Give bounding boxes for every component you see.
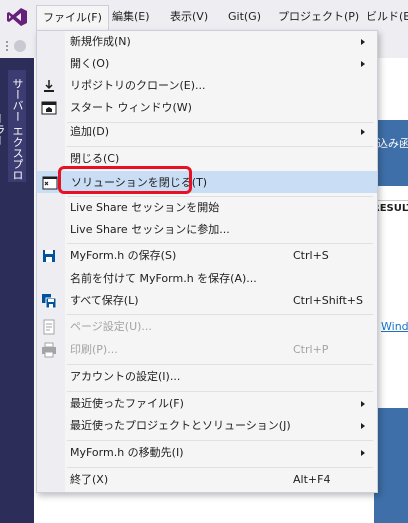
menu-item-open[interactable]: 開く(O) (37, 53, 377, 75)
menu-item-label: Live Share セッションを開始 (70, 201, 220, 214)
download-clone-icon (44, 80, 54, 92)
menu-item-save-as[interactable]: 名前を付けて MyForm.h を保存(A)... (37, 268, 377, 290)
menu-separator (67, 146, 373, 147)
menu-item-label: MyForm.h の移動先(I) (70, 446, 184, 459)
page-setup-icon (43, 319, 55, 335)
menu-item-label: ページ設定(U)... (70, 320, 152, 333)
file-menu-dropdown: 新規作成(N) 開く(O) リポジトリのクローン(E)... スタート ウィンド… (36, 30, 378, 493)
menu-item-recent-files[interactable]: 最近使ったファイル(F) (37, 393, 377, 415)
menu-item-recent-projects[interactable]: 最近使ったプロジェクトとソリューション(J) (37, 415, 377, 437)
menu-item-label: スタート ウィンドウ(W) (70, 101, 192, 114)
menu-item-label: 印刷(P)... (70, 343, 118, 356)
menu-item-account-settings[interactable]: アカウントの設定(I)... (37, 366, 377, 388)
menu-item-label: 終了(X) (70, 473, 109, 486)
menu-item-shortcut: Ctrl+P (293, 343, 329, 356)
submenu-arrow-icon (361, 39, 365, 45)
menu-item-label: 開く(O) (70, 57, 110, 70)
menu-item-label: 新規作成(N) (70, 35, 131, 48)
submenu-arrow-icon (361, 423, 365, 429)
windows-link[interactable]: Wind (381, 320, 408, 333)
menu-item-add[interactable]: 追加(D) (37, 121, 377, 143)
server-explorer-tab[interactable]: サーバー エクスプローラー (0, 70, 26, 182)
start-window-home-icon (41, 101, 57, 115)
menu-file[interactable]: ファイル(F) (36, 5, 109, 32)
menu-item-shortcut: Ctrl+Shift+S (293, 294, 363, 307)
submenu-arrow-icon (361, 61, 365, 67)
banner-text: 込み函 (377, 137, 408, 150)
menu-item-page-setup[interactable]: ページ設定(U)... (37, 316, 377, 338)
menu-item-live-share-join[interactable]: Live Share セッションに参加... (37, 219, 377, 241)
menu-item-shortcut: Alt+F4 (293, 473, 331, 486)
menu-item-clone[interactable]: リポジトリのクローン(E)... (37, 75, 377, 97)
submenu-arrow-icon (361, 401, 365, 407)
close-solution-icon (42, 176, 58, 190)
print-icon (42, 342, 56, 358)
menu-view[interactable]: 表示(V) (164, 7, 214, 27)
bottom-panel (374, 408, 408, 523)
menu-project[interactable]: プロジェクト(P) (272, 7, 365, 27)
menu-item-label: すべて保存(L) (70, 294, 139, 307)
save-all-icon (42, 294, 57, 309)
back-icon[interactable] (14, 40, 26, 52)
menu-build[interactable]: ビルド(B) (360, 7, 408, 27)
save-icon (43, 250, 55, 262)
menu-item-label: アカウントの設定(I)... (70, 370, 181, 383)
submenu-arrow-icon (361, 450, 365, 456)
menu-item-live-share-start[interactable]: Live Share セッションを開始 (37, 197, 377, 219)
menu-bar: ファイル(F) 編集(E) 表示(V) Git(G) プロジェクト(P) ビルド… (0, 0, 408, 33)
menu-item-exit[interactable]: 終了(X) Alt+F4 (37, 469, 377, 491)
menu-item-move-file[interactable]: MyForm.h の移動先(I) (37, 442, 377, 464)
menu-edit[interactable]: 編集(E) (106, 7, 156, 27)
menu-item-label: 名前を付けて MyForm.h を保存(A)... (70, 272, 257, 285)
menu-item-label: 最近使ったファイル(F) (70, 397, 184, 410)
menu-separator (67, 314, 373, 315)
menu-separator (67, 364, 373, 365)
menu-item-label: 追加(D) (70, 125, 110, 138)
menu-item-shortcut: Ctrl+S (293, 249, 329, 262)
divider (374, 200, 408, 201)
annotation-highlight-box (58, 166, 192, 194)
menu-item-label: リポジトリのクローン(E)... (70, 79, 206, 92)
menu-item-print[interactable]: 印刷(P)... Ctrl+P (37, 339, 377, 361)
toolbar-grip[interactable] (6, 41, 10, 51)
menu-separator (67, 391, 373, 392)
menu-item-start-window[interactable]: スタート ウィンドウ(W) (37, 97, 377, 119)
menu-separator (67, 467, 373, 468)
banner (374, 120, 408, 186)
menu-separator (67, 440, 373, 441)
menu-item-save-all[interactable]: すべて保存(L) Ctrl+Shift+S (37, 290, 377, 312)
submenu-arrow-icon (361, 129, 365, 135)
menu-git[interactable]: Git(G) (222, 7, 267, 27)
menu-item-save[interactable]: MyForm.h の保存(S) Ctrl+S (37, 245, 377, 267)
menu-item-label: Live Share セッションに参加... (70, 223, 230, 236)
visual-studio-logo-icon (7, 8, 27, 26)
menu-item-label: MyForm.h の保存(S) (70, 249, 177, 262)
menu-separator (67, 243, 373, 244)
menu-item-label: 最近使ったプロジェクトとソリューション(J) (70, 419, 291, 432)
menu-item-new[interactable]: 新規作成(N) (37, 31, 377, 53)
